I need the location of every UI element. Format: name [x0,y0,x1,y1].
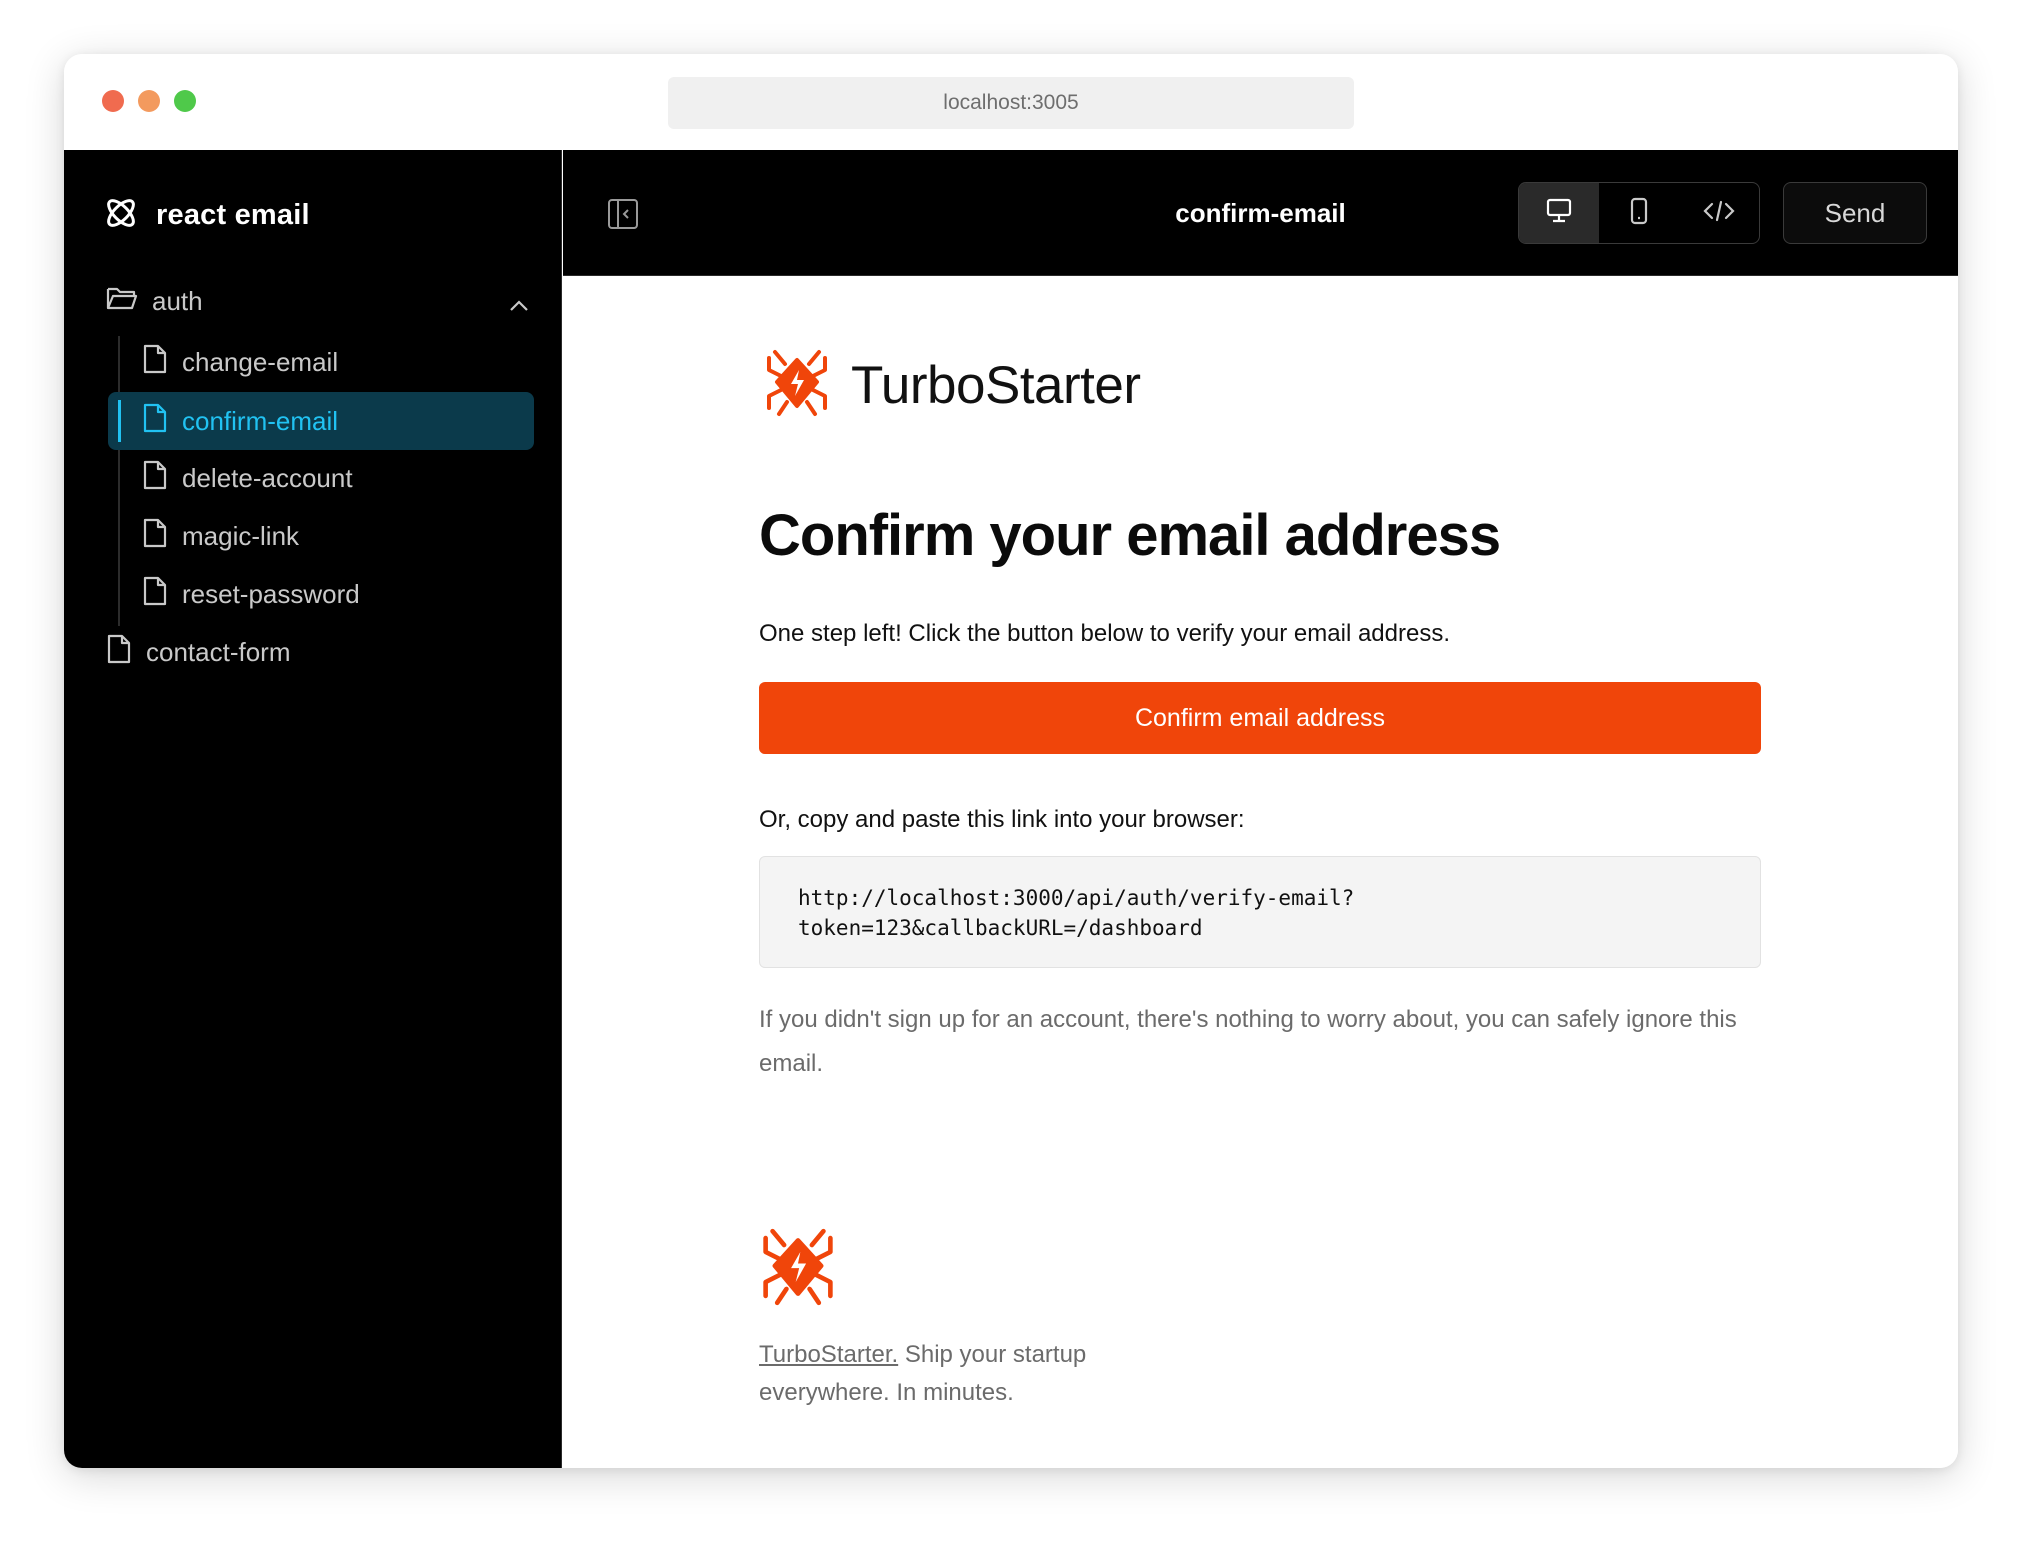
email-disclaimer: If you didn't sign up for an account, th… [759,1006,1737,1077]
verification-link-box[interactable]: http://localhost:3000/api/auth/verify-em… [759,856,1761,968]
send-button[interactable]: Send [1783,182,1927,244]
sidebar-item-contact-form[interactable]: contact-form [106,624,536,680]
footer-tagline-line2: everywhere. In minutes. [759,1379,1014,1406]
email-brand-name: TurboStarter [851,356,1141,415]
copy-link-label: Or, copy and paste this link into your b… [759,806,1245,833]
chevron-up-icon[interactable] [508,289,530,320]
sidebar-item-label: reset-password [182,578,360,609]
footer-spider-icon [761,1226,835,1313]
file-icon [106,634,132,671]
address-bar[interactable]: localhost:3005 [668,77,1354,129]
sidebar: react email auth change-email confirm-em… [64,150,562,1468]
sidebar-item-change-email[interactable]: change-email [142,334,566,390]
react-email-logo-icon [102,194,140,237]
desktop-view-button[interactable] [1519,183,1599,243]
browser-titlebar: localhost:3005 [64,54,1958,150]
verification-link-line: http://localhost:3000/api/auth/verify-em… [798,886,1355,910]
view-mode-toggle [1518,182,1760,244]
folder-open-icon [106,284,138,319]
file-icon [142,460,168,497]
sidebar-item-label: contact-form [146,636,291,667]
mobile-icon [1629,197,1649,230]
file-icon [142,518,168,555]
sidebar-folder-label: auth [152,285,203,316]
footer-tagline: Ship your startup [898,1341,1087,1368]
sidebar-item-label: confirm-email [182,405,339,436]
sidebar-item-label: magic-link [182,520,300,551]
turbostarter-spider-icon [765,348,829,423]
sidebar-item-magic-link[interactable]: magic-link [142,508,566,564]
verification-link-line: token=123&callbackURL=/dashboard [798,916,1203,940]
code-view-button[interactable] [1679,183,1759,243]
file-icon [142,344,168,381]
footer-brand-link[interactable]: TurboStarter. [759,1341,898,1368]
email-footer: TurboStarter. Ship your startup everywhe… [759,1336,1179,1412]
desktop-icon [1545,198,1573,229]
sidebar-item-confirm-email[interactable]: confirm-email [108,392,534,450]
email-intro: One step left! Click the button below to… [759,620,1450,647]
mobile-view-button[interactable] [1599,183,1679,243]
tree-guide-line [118,336,120,626]
minimize-window-button[interactable] [138,90,160,112]
file-icon [142,576,168,613]
brand: react email [102,194,310,237]
sidebar-item-reset-password[interactable]: reset-password [142,566,566,622]
preview-toolbar: confirm-email Send [563,150,1958,276]
maximize-window-button[interactable] [174,90,196,112]
sidebar-folder-auth[interactable]: auth [106,273,536,329]
browser-window: localhost:3005 react email auth change-e… [64,54,1958,1468]
code-icon [1703,199,1735,228]
confirm-email-button[interactable]: Confirm email address [759,682,1761,754]
email-logo: TurboStarter [765,348,1141,423]
email-preview: TurboStarter Confirm your email address … [563,276,1958,1468]
brand-label: react email [156,199,310,231]
sidebar-item-label: delete-account [182,462,353,493]
email-heading: Confirm your email address [759,503,1501,568]
sidebar-item-delete-account[interactable]: delete-account [142,450,566,506]
close-window-button[interactable] [102,90,124,112]
sidebar-item-label: change-email [182,346,339,377]
file-icon [142,403,168,440]
